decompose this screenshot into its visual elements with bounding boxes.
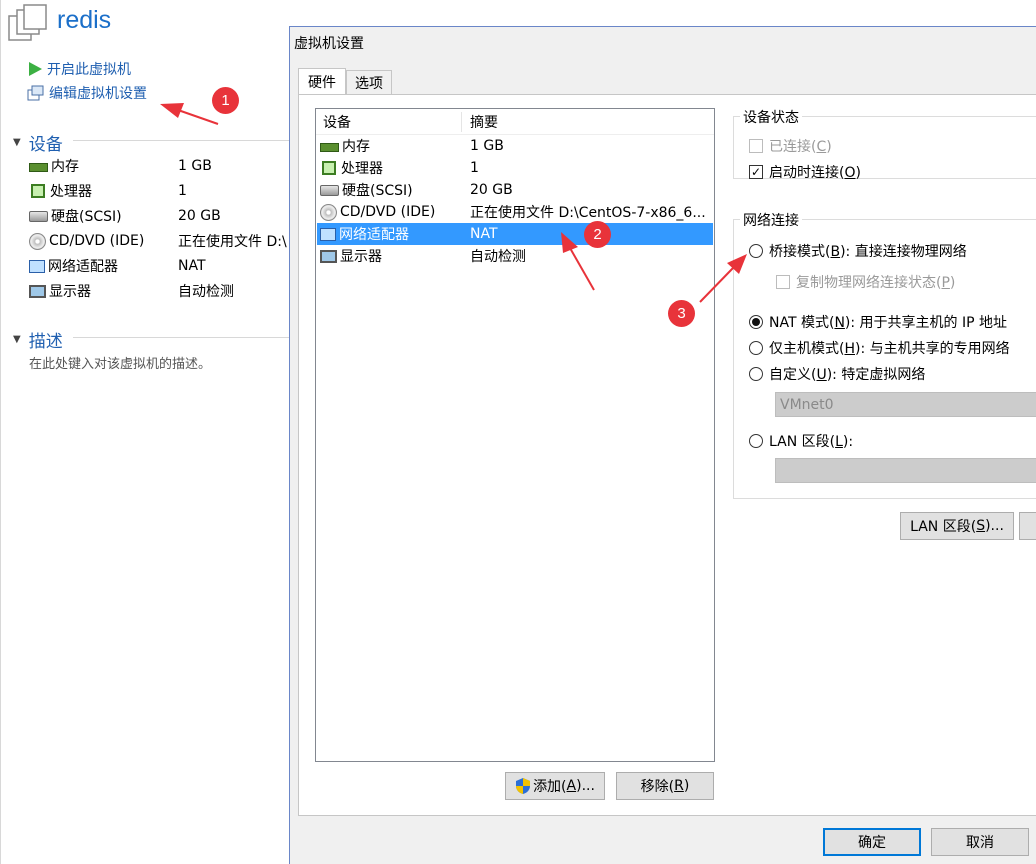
vm-icon	[8, 4, 47, 41]
cancel-button[interactable]: 取消	[931, 828, 1029, 856]
memory-icon	[29, 162, 48, 172]
summary-row-memory[interactable]: 内存 1 GB	[29, 154, 291, 178]
lan-segment-select[interactable]	[775, 458, 1036, 483]
disk-icon	[320, 184, 339, 196]
add-device-button[interactable]: 添加(A)...	[505, 772, 605, 800]
summary-row-cpu[interactable]: 处理器 1	[29, 179, 291, 203]
device-row-cpu[interactable]: 处理器 1	[317, 157, 713, 179]
devices-divider	[73, 140, 290, 141]
lan-segments-button[interactable]: LAN 区段(S)...	[900, 512, 1014, 540]
summary-row-network[interactable]: 网络适配器 NAT	[29, 254, 291, 278]
annotation-badge-1: 1	[212, 87, 239, 114]
monitor-icon	[29, 284, 46, 298]
monitor-icon	[320, 249, 337, 263]
radio-unselected-icon	[749, 367, 763, 381]
description-heading: 描述	[28, 332, 63, 352]
checkbox-unchecked-icon	[749, 139, 763, 153]
device-row-disk[interactable]: 硬盘(SCSI) 20 GB	[317, 179, 713, 201]
radio-selected-icon	[749, 315, 763, 329]
power-on-link[interactable]: 开启此虚拟机	[27, 58, 131, 80]
cd-icon	[29, 232, 46, 250]
checkbox-unchecked-icon	[776, 275, 790, 289]
settings-icon	[27, 85, 44, 101]
description-divider	[73, 337, 290, 338]
network-connection-title: 网络连接	[740, 210, 802, 230]
column-header-device[interactable]: 设备	[316, 111, 462, 132]
network-connection-group: 网络连接 桥接模式(B): 直接连接物理网络 复制物理网络连接状态(P) NAT…	[733, 210, 1036, 499]
radio-unselected-icon	[749, 341, 763, 355]
device-list[interactable]: 设备 摘要 内存 1 GB 处理器 1 硬盘(SCSI) 20 GB CD/DV…	[315, 108, 715, 762]
collapse-caret-icon: ▼	[13, 334, 21, 345]
annotation-badge-2: 2	[584, 221, 611, 248]
play-icon	[29, 62, 42, 76]
summary-row-disk[interactable]: 硬盘(SCSI) 20 GB	[29, 204, 291, 228]
cpu-icon	[322, 161, 336, 175]
hardware-tab-panel: 设备 摘要 内存 1 GB 处理器 1 硬盘(SCSI) 20 GB CD/DV…	[298, 94, 1036, 816]
description-section-header[interactable]: ▼ 描述	[13, 327, 63, 352]
replicate-state-checkbox[interactable]: 复制物理网络连接状态(P)	[776, 272, 955, 292]
device-list-header: 设备 摘要	[316, 109, 714, 135]
tab-options[interactable]: 选项	[346, 70, 392, 95]
network-icon	[29, 259, 45, 273]
custom-network-select[interactable]: VMnet0	[775, 392, 1036, 417]
device-row-network[interactable]: 网络适配器 NAT	[317, 223, 713, 245]
edit-settings-label: 编辑虚拟机设置	[49, 86, 147, 102]
vm-name: redis	[57, 6, 112, 34]
device-row-monitor[interactable]: 显示器 自动检测	[317, 245, 713, 267]
disk-icon	[29, 210, 48, 222]
remove-device-button[interactable]: 移除(R)	[616, 772, 714, 800]
tab-bar: 硬件 选项	[298, 68, 392, 95]
column-header-summary[interactable]: 摘要	[462, 112, 498, 132]
vm-settings-dialog: 虚拟机设置 硬件 选项 设备 摘要 内存 1 GB 处理器 1 硬盘(SCSI)…	[289, 26, 1036, 864]
shield-icon	[516, 778, 531, 794]
advanced-button[interactable]	[1019, 512, 1036, 540]
device-row-cd[interactable]: CD/DVD (IDE) 正在使用文件 D:\CentOS-7-x86_6...	[317, 201, 713, 223]
radio-unselected-icon	[749, 244, 763, 258]
host-only-radio[interactable]: 仅主机模式(H): 与主机共享的专用网络	[749, 338, 1010, 358]
power-on-label: 开启此虚拟机	[47, 62, 131, 78]
radio-unselected-icon	[749, 434, 763, 448]
description-input[interactable]: 在此处键入对该虚拟机的描述。	[29, 353, 211, 372]
device-status-group: 设备状态 已连接(C) ✓ 启动时连接(O)	[733, 107, 1036, 182]
devices-heading: 设备	[28, 135, 63, 155]
connect-at-power-on-checkbox[interactable]: ✓ 启动时连接(O)	[749, 162, 861, 182]
ok-button[interactable]: 确定	[823, 828, 921, 856]
connected-checkbox[interactable]: 已连接(C)	[749, 136, 832, 156]
cpu-icon	[31, 184, 45, 198]
dialog-title: 虚拟机设置	[294, 36, 364, 52]
vm-summary-panel: redis 开启此虚拟机 编辑虚拟机设置 ▼ 设备 内存 1 GB 处理器 1 …	[0, 0, 290, 864]
checkbox-checked-icon: ✓	[749, 165, 763, 179]
summary-row-cd[interactable]: CD/DVD (IDE) 正在使用文件 D:\	[29, 229, 291, 253]
network-icon	[320, 227, 336, 241]
bridged-radio[interactable]: 桥接模式(B): 直接连接物理网络	[749, 241, 967, 261]
lan-segment-radio[interactable]: LAN 区段(L):	[749, 431, 853, 451]
summary-row-monitor[interactable]: 显示器 自动检测	[29, 279, 291, 303]
cd-icon	[320, 203, 337, 221]
memory-icon	[320, 142, 339, 152]
tab-hardware[interactable]: 硬件	[298, 68, 346, 95]
device-row-memory[interactable]: 内存 1 GB	[317, 135, 713, 157]
device-status-title: 设备状态	[740, 107, 802, 127]
collapse-caret-icon: ▼	[13, 137, 21, 148]
nat-radio[interactable]: NAT 模式(N): 用于共享主机的 IP 地址	[749, 312, 1007, 332]
edit-settings-link[interactable]: 编辑虚拟机设置	[27, 82, 147, 104]
devices-section-header[interactable]: ▼ 设备	[13, 130, 63, 155]
annotation-badge-3: 3	[668, 300, 695, 327]
custom-network-radio[interactable]: 自定义(U): 特定虚拟网络	[749, 364, 925, 384]
